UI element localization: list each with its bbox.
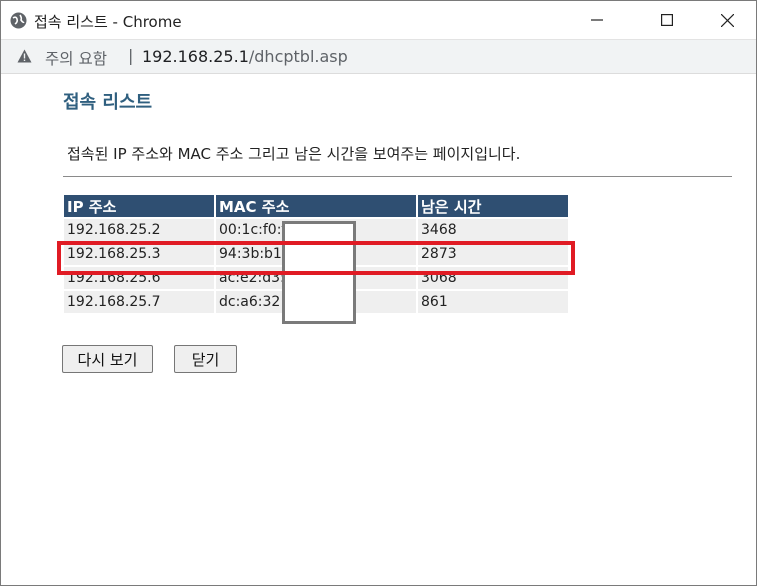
url-path: /dhcptbl.asp: [248, 47, 348, 66]
warning-triangle-icon[interactable]: [17, 49, 32, 63]
globe-icon: [10, 12, 27, 29]
divider: [63, 176, 732, 177]
maximize-button[interactable]: [644, 1, 690, 39]
refresh-button[interactable]: 다시 보기: [62, 345, 153, 373]
address-separator: |: [128, 46, 134, 65]
title-bar[interactable]: 접속 리스트 - Chrome: [1, 1, 756, 39]
table-header-row: IP 주소 MAC 주소 남은 시간: [64, 195, 568, 217]
close-icon: [720, 13, 734, 27]
page-title: 접속 리스트: [63, 92, 153, 113]
column-header-mac: MAC 주소: [216, 195, 416, 217]
address-bar[interactable]: 주의 요함 | 192.168.25.1/dhcptbl.asp: [1, 39, 756, 74]
time-cell: 3468: [418, 219, 568, 241]
close-button[interactable]: 닫기: [174, 345, 237, 373]
row-highlight-annotation: [57, 241, 575, 275]
minimize-icon: [591, 19, 603, 21]
minimize-button[interactable]: [574, 1, 620, 39]
close-window-button[interactable]: [704, 1, 750, 39]
column-header-ip: IP 주소: [64, 195, 214, 217]
page-description: 접속된 IP 주소와 MAC 주소 그리고 남은 시간을 보여주는 페이지입니다…: [67, 145, 521, 163]
url-text[interactable]: 192.168.25.1/dhcptbl.asp: [142, 47, 348, 66]
ip-cell: 192.168.25.2: [64, 219, 214, 241]
security-status-label[interactable]: 주의 요함: [45, 47, 107, 69]
url-host: 192.168.25.1: [142, 47, 249, 66]
ip-cell: 192.168.25.7: [64, 291, 214, 313]
column-header-time: 남은 시간: [418, 195, 568, 217]
time-cell: 861: [418, 291, 568, 313]
maximize-icon: [661, 14, 673, 26]
window-title: 접속 리스트 - Chrome: [34, 13, 182, 31]
browser-popup-window: 접속 리스트 - Chrome 주의 요함 | 192.168.25.1/dhc…: [0, 0, 757, 586]
